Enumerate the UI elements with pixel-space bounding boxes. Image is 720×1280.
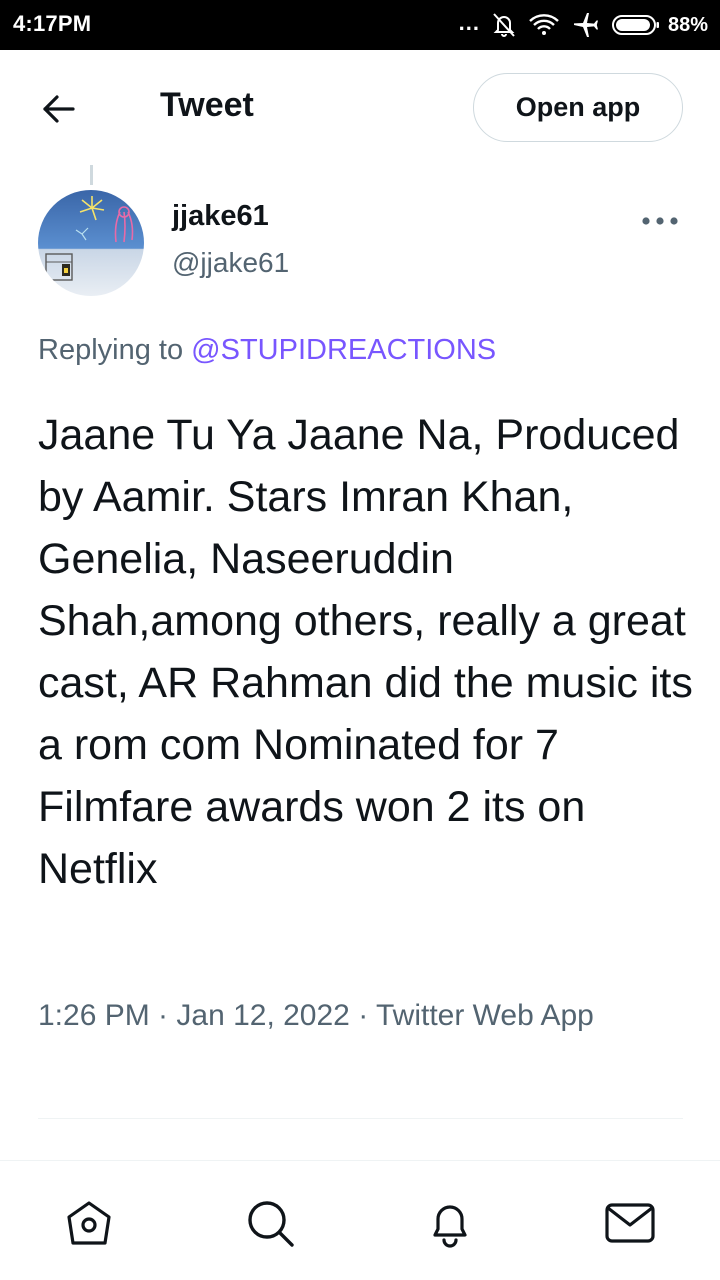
search-icon <box>248 1201 294 1247</box>
avatar[interactable] <box>38 190 144 296</box>
back-button[interactable] <box>38 88 80 130</box>
battery-icon <box>611 14 660 36</box>
more-notifications-indicator: ... <box>458 10 480 35</box>
thread-connector-line <box>90 165 93 185</box>
more-horizontal-icon <box>642 217 678 225</box>
status-time: 4:17PM <box>13 11 92 36</box>
arrow-left-icon <box>43 95 75 123</box>
top-app-bar: Tweet Open app <box>0 50 720 160</box>
home-icon <box>67 1201 111 1245</box>
nav-search-button[interactable] <box>242 1195 298 1251</box>
status-icons: ... 88% <box>459 9 708 41</box>
replying-to: Replying to @STUPIDREACTIONS <box>38 334 496 367</box>
bottom-navigation <box>0 1161 720 1280</box>
tweet-timestamp[interactable]: 1:26 PM · Jan 12, 2022 · Twitter Web App <box>38 994 638 1038</box>
wifi-icon <box>528 12 560 38</box>
open-app-button[interactable]: Open app <box>473 73 683 142</box>
page-title: Tweet <box>160 86 254 124</box>
replying-to-link[interactable]: @STUPIDREACTIONS <box>191 334 496 366</box>
status-bar: 4:17PM ... 88% <box>0 0 720 50</box>
nav-messages-button[interactable] <box>602 1195 658 1251</box>
tweet-text: Jaane Tu Ya Jaane Na, Produced by Aamir.… <box>38 411 693 893</box>
author-name[interactable]: jjake61 <box>172 200 269 233</box>
replying-prefix: Replying to <box>38 334 192 366</box>
notifications-off-icon <box>492 12 516 38</box>
airplane-mode-icon <box>572 11 600 39</box>
nav-notifications-button[interactable] <box>422 1195 478 1251</box>
messages-icon <box>605 1203 655 1243</box>
battery-percent: 88% <box>667 13 708 36</box>
author-handle[interactable]: @jjake61 <box>172 247 289 279</box>
divider <box>38 1118 683 1119</box>
notifications-icon <box>433 1205 467 1248</box>
more-options-button[interactable] <box>638 206 682 236</box>
nav-home-button[interactable] <box>61 1195 117 1251</box>
